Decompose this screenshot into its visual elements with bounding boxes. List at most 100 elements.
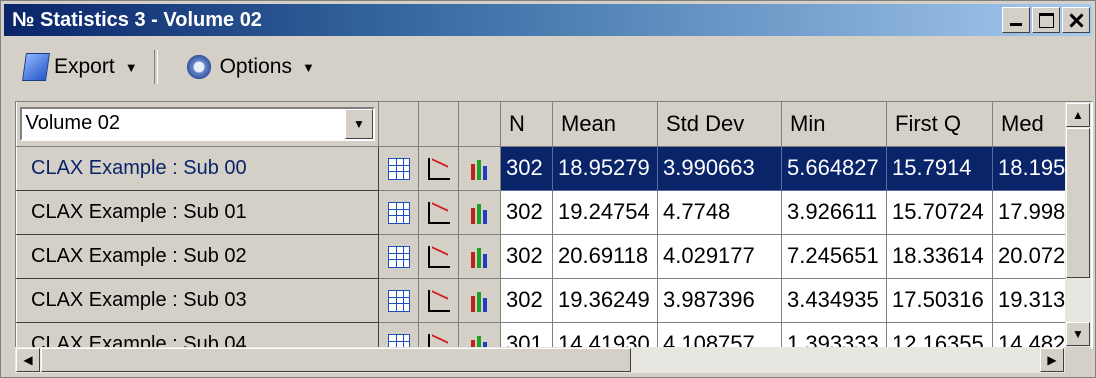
- gear-icon: [183, 54, 214, 80]
- bar-chart-button[interactable]: [458, 278, 501, 323]
- options-label: Options: [219, 55, 292, 78]
- scroll-up-button[interactable]: ▲: [1066, 103, 1090, 127]
- table-cell[interactable]: 20.69118: [552, 234, 658, 279]
- column-header[interactable]: Min: [781, 102, 887, 147]
- line-chart-icon: [427, 202, 450, 225]
- scroll-left-button[interactable]: ◀: [16, 348, 40, 372]
- line-chart-icon: [427, 158, 450, 181]
- bar-chart-button[interactable]: [458, 234, 501, 279]
- chevron-down-icon: ▼: [124, 59, 138, 75]
- row-header[interactable]: CLAX Example : Sub 04: [16, 321, 379, 348]
- table-icon: [387, 202, 410, 225]
- table-cell[interactable]: 14.482: [992, 322, 1073, 348]
- row-header[interactable]: CLAX Example : Sub 02: [16, 233, 379, 279]
- bar-chart-button[interactable]: [458, 322, 501, 348]
- table-cell[interactable]: 19.24754: [552, 190, 658, 235]
- toolbar-separator: [153, 50, 158, 84]
- table-cell[interactable]: 17.998: [992, 190, 1073, 235]
- column-header[interactable]: Std Dev: [657, 102, 782, 147]
- row-header[interactable]: CLAX Example : Sub 03: [16, 277, 379, 323]
- line-chart-button[interactable]: [418, 146, 459, 191]
- table-cell[interactable]: 302: [500, 234, 553, 279]
- volume-select[interactable]: Volume 02 ▼: [19, 106, 375, 141]
- column-header[interactable]: N: [500, 102, 553, 147]
- window-title: Statistics 3 - Volume 02: [40, 8, 262, 31]
- table-cell[interactable]: 17.50316: [886, 278, 993, 323]
- table-cell[interactable]: 14.41930: [552, 322, 658, 348]
- export-label: Export: [54, 55, 115, 78]
- table-button[interactable]: [378, 234, 419, 279]
- options-button[interactable]: Options ▼: [164, 47, 325, 87]
- vertical-scroll-thumb[interactable]: [1066, 128, 1090, 278]
- horizontal-scroll-thumb[interactable]: [41, 348, 631, 372]
- table-row[interactable]: CLAX Example : Sub 02 302 20.69118 4.029177…: [16, 233, 1073, 279]
- table-cell[interactable]: 3.990663: [657, 146, 782, 191]
- export-button[interactable]: Export ▼: [4, 47, 148, 87]
- row-header[interactable]: CLAX Example : Sub 01: [16, 189, 379, 235]
- table-button[interactable]: [378, 190, 419, 235]
- horizontal-scrollbar[interactable]: ◀ ▶: [15, 347, 1065, 373]
- line-chart-icon: [427, 246, 450, 269]
- maximize-button[interactable]: [1032, 7, 1060, 33]
- table-cell[interactable]: 18.33614: [886, 234, 993, 279]
- header-blank: [378, 102, 419, 147]
- table-cell[interactable]: 19.36249: [552, 278, 658, 323]
- volume-selector-cell: Volume 02 ▼: [16, 102, 379, 147]
- scroll-right-button[interactable]: ▶: [1040, 348, 1064, 372]
- table-cell[interactable]: 15.70724: [886, 190, 993, 235]
- table-cell[interactable]: 302: [500, 278, 553, 323]
- table-cell[interactable]: 301: [500, 322, 553, 348]
- table-icon: [387, 290, 410, 313]
- table-button[interactable]: [378, 146, 419, 191]
- table-row[interactable]: CLAX Example : Sub 03 302 19.36249 3.987396…: [16, 277, 1073, 323]
- table-cell[interactable]: 3.987396: [657, 278, 782, 323]
- table-cell[interactable]: 4.029177: [657, 234, 782, 279]
- microscope-icon: №: [12, 9, 35, 31]
- bar-chart-icon: [468, 158, 491, 181]
- bar-chart-icon: [468, 290, 491, 313]
- line-chart-button[interactable]: [418, 322, 459, 348]
- bar-chart-button[interactable]: [458, 146, 501, 191]
- row-header[interactable]: CLAX Example : Sub 00: [16, 145, 379, 191]
- minimize-button[interactable]: [1002, 7, 1030, 33]
- chevron-down-icon: ▼: [301, 59, 315, 75]
- table-cell[interactable]: 4.108757: [657, 322, 782, 348]
- table-cell[interactable]: 15.7914: [886, 146, 993, 191]
- table-cell[interactable]: 3.434935: [781, 278, 887, 323]
- bar-chart-icon: [468, 246, 491, 269]
- line-chart-button[interactable]: [418, 234, 459, 279]
- scrollbar-corner: [1065, 347, 1091, 373]
- table-cell[interactable]: 302: [500, 146, 553, 191]
- table-cell[interactable]: 302: [500, 190, 553, 235]
- title-bar[interactable]: № Statistics 3 - Volume 02: [4, 4, 1092, 36]
- close-button[interactable]: [1062, 7, 1090, 33]
- table-row[interactable]: CLAX Example : Sub 00 302 18.95279 3.990663…: [16, 145, 1073, 191]
- header-blank: [458, 102, 501, 147]
- line-chart-button[interactable]: [418, 190, 459, 235]
- table-button[interactable]: [378, 322, 419, 348]
- column-header[interactable]: First Q: [886, 102, 993, 147]
- line-chart-icon: [427, 290, 450, 313]
- table-row[interactable]: CLAX Example : Sub 01 302 19.24754 4.7748 3.…: [16, 189, 1073, 235]
- table-cell[interactable]: 19.313: [992, 278, 1073, 323]
- table-cell[interactable]: 4.7748: [657, 190, 782, 235]
- table-cell[interactable]: 18.95279: [552, 146, 658, 191]
- table-row[interactable]: CLAX Example : Sub 04 301 14.41930 4.108757…: [16, 321, 1073, 348]
- table-cell[interactable]: 5.664827: [781, 146, 887, 191]
- table-button[interactable]: [378, 278, 419, 323]
- table-cell[interactable]: 20.072: [992, 234, 1073, 279]
- bar-chart-icon: [468, 202, 491, 225]
- table-cell[interactable]: 1.393333: [781, 322, 887, 348]
- table-icon: [387, 246, 410, 269]
- column-header[interactable]: Mean: [552, 102, 658, 147]
- scroll-down-button[interactable]: ▼: [1066, 322, 1090, 346]
- column-header[interactable]: Med: [992, 102, 1073, 147]
- table-cell[interactable]: 3.926611: [781, 190, 887, 235]
- table-cell[interactable]: 12.16355: [886, 322, 993, 348]
- vertical-scrollbar[interactable]: ▲ ▼: [1065, 102, 1091, 347]
- table-cell[interactable]: 18.195: [992, 146, 1073, 191]
- chevron-down-icon[interactable]: ▼: [345, 108, 373, 139]
- table-cell[interactable]: 7.245651: [781, 234, 887, 279]
- line-chart-button[interactable]: [418, 278, 459, 323]
- bar-chart-button[interactable]: [458, 190, 501, 235]
